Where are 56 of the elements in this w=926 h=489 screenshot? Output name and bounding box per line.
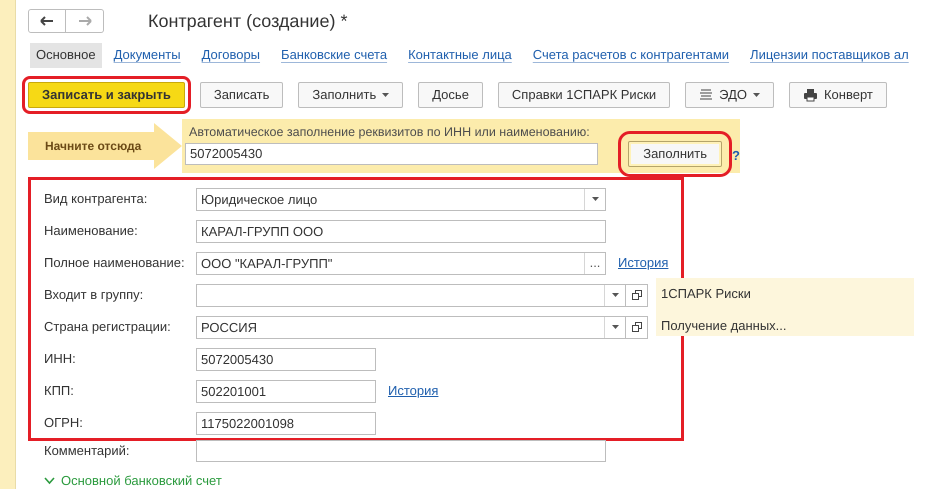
tab[interactable]: Контактные лица [408, 42, 512, 68]
tab[interactable]: Документы [114, 42, 181, 68]
toolbar-button[interactable]: Справки 1СПАРК Риски [498, 82, 670, 108]
copy-icon [632, 322, 642, 332]
status-text: Получение данных... [661, 316, 788, 335]
copy-icon [632, 290, 642, 300]
comment-field[interactable] [196, 440, 606, 462]
autofill-caption: Автоматическое заполнение реквизитов по ИНН или наименованию: [188, 124, 591, 140]
input-field[interactable]: Юридическое лицо [196, 188, 606, 210]
tab[interactable]: Договоры [202, 42, 260, 68]
input-field[interactable]: ООО "КАРАЛ-ГРУПП" ... [196, 252, 606, 274]
field-label: Наименование: [44, 222, 139, 240]
tab[interactable]: Банковские счета [281, 42, 388, 68]
panel-title: 1СПАРК Риски [661, 285, 752, 303]
input-field[interactable]: 5072005430 [196, 348, 376, 370]
field-label: Вид контрагента: [44, 190, 148, 208]
start-here-banner: Начните отсюда [28, 123, 182, 169]
field-label: Комментарий: [44, 442, 130, 460]
toolbar-button[interactable]: Конверт [788, 82, 887, 108]
caret-icon [612, 293, 618, 297]
history-link[interactable]: История [388, 381, 438, 401]
window-title: Контрагент (создание) * [148, 10, 348, 33]
field-label: ОГРН: [44, 414, 84, 432]
toolbar-button[interactable]: Заполнить [298, 82, 404, 108]
open-button[interactable] [626, 316, 648, 338]
caret-icon [612, 325, 618, 329]
input-field[interactable]: 1175022001098 [196, 412, 376, 434]
help-link[interactable]: ? [732, 146, 740, 166]
back-arrow-icon [40, 16, 54, 26]
input-field[interactable]: РОССИЯ [196, 316, 626, 338]
caret-icon [592, 197, 598, 201]
open-button[interactable] [626, 284, 648, 306]
tab[interactable]: Лицензии поставщиков ал [750, 42, 909, 68]
back-button[interactable] [28, 8, 66, 32]
printer-icon [802, 88, 818, 102]
bank-account-section-toggle[interactable]: Основной банковский счет [28, 471, 926, 489]
field-label: Входит в группу: [44, 286, 144, 304]
field-label: КПП: [44, 382, 75, 400]
input-field[interactable] [196, 284, 626, 306]
input-field[interactable]: КАРАЛ-ГРУПП ООО [196, 220, 606, 242]
field-label: Страна регистрации: [44, 318, 172, 336]
ellipsis-button[interactable]: ... [584, 252, 605, 274]
tab[interactable]: Счета расчетов с контрагентами [532, 42, 730, 68]
inn-search-field[interactable]: 5072005430 [185, 143, 598, 165]
caret-icon [382, 93, 390, 97]
toolbar-button[interactable]: ЭДО [685, 82, 774, 108]
history-link[interactable]: История [618, 253, 668, 273]
input-field[interactable]: 502201001 [196, 380, 376, 402]
tab[interactable]: Основное [30, 42, 102, 68]
field-label: ИНН: [44, 350, 77, 368]
forward-arrow-icon [78, 16, 92, 26]
field-label: Полное наименование: [44, 254, 186, 272]
document-stack-icon [699, 88, 714, 102]
toolbar-button[interactable]: Досье [418, 82, 483, 108]
caret-icon [752, 93, 760, 97]
toolbar-button[interactable]: Записать [200, 82, 284, 108]
